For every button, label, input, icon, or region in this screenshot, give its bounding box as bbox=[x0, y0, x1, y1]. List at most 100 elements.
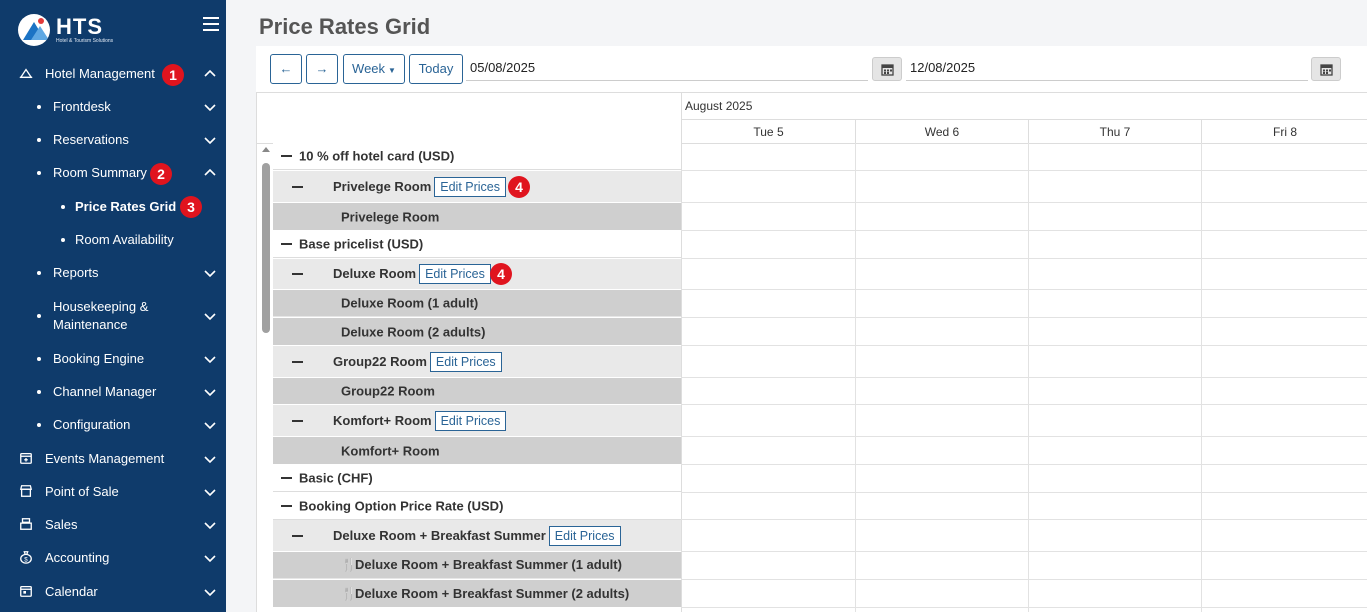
end-date-calendar-button[interactable] bbox=[1311, 57, 1341, 81]
sidebar-item-label: Configuration bbox=[53, 417, 131, 432]
collapse-icon[interactable] bbox=[281, 476, 292, 479]
edit-prices-button[interactable]: Edit Prices bbox=[429, 351, 502, 372]
list-item[interactable]: Group22 Room Edit Prices bbox=[273, 346, 681, 377]
sidebar-item-price-rates-grid[interactable]: Price Rates Grid 3 bbox=[0, 196, 226, 218]
sidebar-item-label: Reports bbox=[53, 265, 99, 280]
calendar-plus-icon bbox=[18, 451, 34, 467]
row-line bbox=[681, 404, 1367, 405]
room-variant-label: Deluxe Room + Breakfast Summer (2 adults… bbox=[355, 585, 630, 601]
collapse-icon[interactable] bbox=[281, 155, 292, 157]
chevron-down-icon[interactable] bbox=[204, 519, 216, 531]
price-rates-grid: August 2025 Tue 5 Wed 6 Thu 7 Fri 8 10 %… bbox=[256, 92, 1367, 612]
collapse-icon[interactable] bbox=[292, 273, 303, 275]
money-bag-icon: $ bbox=[18, 550, 34, 566]
chevron-down-icon[interactable] bbox=[204, 267, 216, 279]
chevron-up-icon[interactable] bbox=[204, 167, 216, 179]
list-item[interactable]: Basic (CHF) bbox=[273, 464, 681, 492]
pricelist-label: 10 % off hotel card (USD) bbox=[299, 148, 455, 164]
view-select-button[interactable]: Week ▼ bbox=[343, 54, 405, 84]
list-item[interactable]: Privelege Room Edit Prices 4 bbox=[273, 171, 681, 202]
collapse-icon[interactable] bbox=[292, 419, 303, 422]
store-icon bbox=[18, 484, 34, 500]
collapse-icon[interactable] bbox=[281, 242, 292, 245]
start-date-input[interactable]: 05/08/2025 bbox=[466, 57, 868, 81]
sidebar-item-channel-manager[interactable]: Channel Manager bbox=[0, 382, 226, 402]
scroll-up-icon[interactable] bbox=[262, 147, 270, 152]
collapse-icon[interactable] bbox=[292, 534, 303, 537]
room-variant-label: Deluxe Room + Breakfast Summer (1 adult) bbox=[355, 557, 622, 572]
row-line bbox=[681, 436, 1367, 437]
start-date-calendar-button[interactable] bbox=[872, 57, 902, 81]
cash-register-icon bbox=[18, 517, 34, 533]
day-header: Wed 6 bbox=[855, 119, 1028, 143]
logo-title: HTS bbox=[56, 13, 103, 39]
row-line bbox=[681, 345, 1367, 346]
scrollbar-thumb[interactable] bbox=[262, 163, 270, 333]
sidebar-item-label-line2: Maintenance bbox=[53, 317, 128, 332]
chevron-down-icon[interactable] bbox=[204, 453, 216, 465]
row-line bbox=[681, 317, 1367, 318]
sidebar-item-calendar[interactable]: Calendar bbox=[0, 582, 226, 602]
menu-toggle-icon[interactable] bbox=[203, 17, 219, 31]
collapse-icon[interactable] bbox=[292, 185, 303, 188]
collapse-icon[interactable] bbox=[281, 504, 292, 507]
bullet-icon bbox=[37, 105, 41, 109]
row-line bbox=[681, 492, 1367, 493]
calendar-icon bbox=[881, 64, 894, 76]
edit-prices-button[interactable]: Edit Prices bbox=[434, 410, 507, 431]
list-item[interactable]: Base pricelist (USD) bbox=[273, 230, 681, 258]
view-select-label: Week bbox=[352, 61, 386, 76]
sidebar-item-reports[interactable]: Reports bbox=[0, 263, 226, 283]
prev-week-button[interactable]: ← bbox=[270, 54, 302, 84]
day-header: Thu 7 bbox=[1028, 119, 1201, 143]
chevron-up-icon[interactable] bbox=[204, 68, 216, 80]
sidebar-item-room-summary[interactable]: Room Summary 2 bbox=[0, 163, 226, 185]
chevron-down-icon[interactable] bbox=[204, 586, 216, 598]
sidebar-item-label: Room Summary bbox=[53, 165, 147, 180]
room-label: Komfort+ Room bbox=[333, 412, 432, 428]
sidebar-item-configuration[interactable]: Configuration bbox=[0, 415, 226, 435]
sidebar-item-accounting[interactable]: $ Accounting bbox=[0, 548, 226, 568]
sidebar-item-point-of-sale[interactable]: Point of Sale bbox=[0, 482, 226, 502]
day-header: Tue 5 bbox=[681, 119, 855, 143]
chevron-down-icon[interactable] bbox=[204, 134, 216, 146]
chevron-down-icon[interactable] bbox=[204, 386, 216, 398]
row-line bbox=[681, 551, 1367, 552]
list-item[interactable]: 10 % off hotel card (USD) bbox=[273, 143, 681, 170]
sidebar-item-label: Events Management bbox=[45, 451, 165, 466]
vertical-scrollbar[interactable] bbox=[259, 143, 271, 612]
row-line bbox=[681, 258, 1367, 259]
bullet-icon bbox=[61, 205, 65, 209]
sidebar-item-sales[interactable]: Sales bbox=[0, 515, 226, 535]
chevron-down-icon[interactable] bbox=[204, 552, 216, 564]
bullet-icon bbox=[37, 138, 41, 142]
edit-prices-button[interactable]: Edit Prices bbox=[419, 264, 491, 284]
chevron-down-icon[interactable] bbox=[204, 353, 216, 365]
edit-prices-button[interactable]: Edit Prices bbox=[434, 176, 507, 197]
sidebar-item-housekeeping[interactable]: Housekeeping & Maintenance bbox=[0, 297, 226, 335]
chevron-down-icon[interactable] bbox=[204, 486, 216, 498]
sidebar-item-reservations[interactable]: Reservations bbox=[0, 130, 226, 150]
room-variant-label: Deluxe Room (2 adults) bbox=[341, 324, 486, 339]
end-date-input[interactable]: 12/08/2025 bbox=[906, 57, 1308, 81]
hts-logo[interactable]: HTS Hotel & Tourism Solutions bbox=[18, 14, 113, 46]
list-item[interactable]: Booking Option Price Rate (USD) bbox=[273, 492, 681, 520]
next-week-button[interactable]: → bbox=[306, 54, 338, 84]
sidebar-item-frontdesk[interactable]: Frontdesk bbox=[0, 97, 226, 117]
chevron-down-icon[interactable] bbox=[204, 310, 216, 322]
row-line bbox=[681, 230, 1367, 231]
row-line bbox=[681, 289, 1367, 290]
list-item[interactable]: Deluxe Room + Breakfast Summer Edit Price… bbox=[273, 520, 681, 551]
sidebar-item-label: Reservations bbox=[53, 132, 129, 147]
list-item[interactable]: Deluxe Room Edit Prices 4 bbox=[273, 259, 681, 289]
sidebar-item-hotel-management[interactable]: Hotel Management 1 bbox=[0, 64, 226, 86]
chevron-down-icon[interactable] bbox=[204, 101, 216, 113]
sidebar-item-events-management[interactable]: Events Management bbox=[0, 449, 226, 469]
sidebar-item-room-availability[interactable]: Room Availability bbox=[0, 230, 226, 250]
today-button[interactable]: Today bbox=[409, 54, 463, 84]
edit-prices-button[interactable]: Edit Prices bbox=[548, 525, 621, 546]
sidebar-item-booking-engine[interactable]: Booking Engine bbox=[0, 349, 226, 369]
collapse-icon[interactable] bbox=[292, 360, 303, 363]
chevron-down-icon[interactable] bbox=[204, 419, 216, 431]
list-item[interactable]: Komfort+ Room Edit Prices bbox=[273, 405, 681, 436]
